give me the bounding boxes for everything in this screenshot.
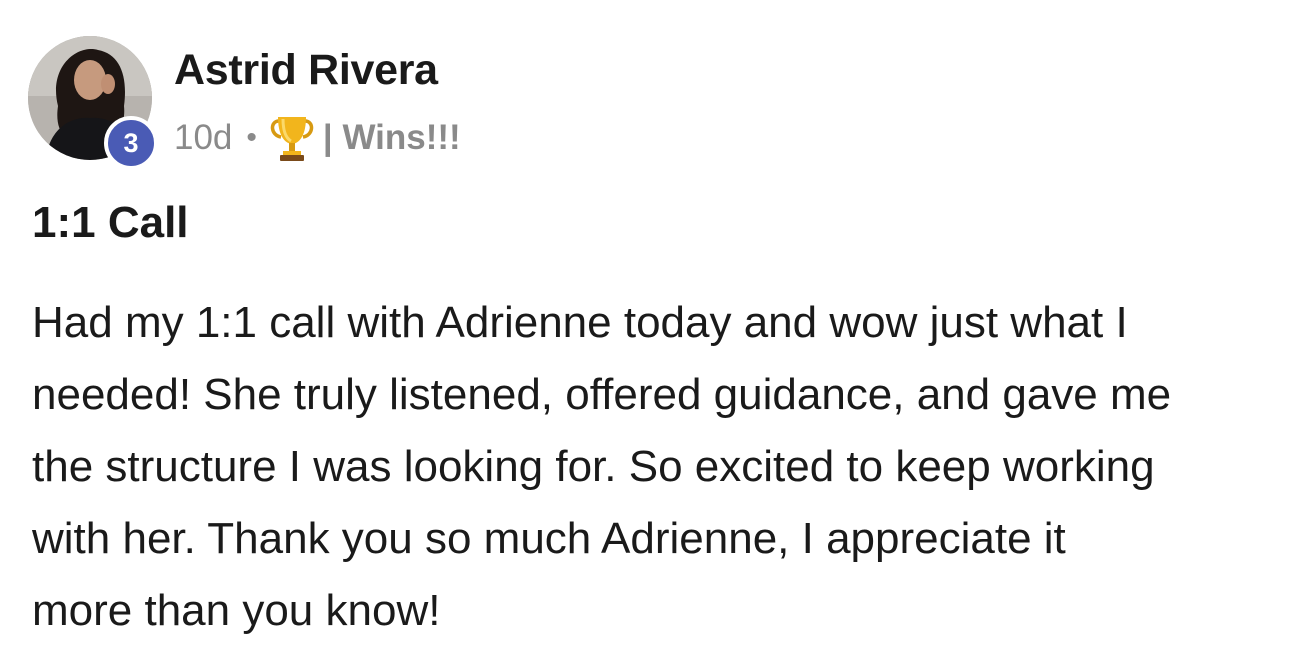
post-body: Had my 1:1 call with Adrienne today and … xyxy=(32,287,1272,647)
author-name[interactable]: Astrid Rivera xyxy=(174,46,438,95)
community-post: 3 Astrid Rivera 10d • | Wins!!! 1:1 Call xyxy=(0,0,1290,669)
author-avatar[interactable]: 3 xyxy=(28,36,158,170)
post-body-line: needed! She truly listened, offered guid… xyxy=(32,370,1172,419)
post-time: 10d xyxy=(174,118,233,157)
post-body-line: with her. Thank you so much Adrienne, I … xyxy=(32,514,1066,563)
post-meta: 10d • | Wins!!! xyxy=(174,112,461,164)
post-body-line: Had my 1:1 call with Adrienne today and … xyxy=(32,298,1128,347)
post-body-line: the structure I was looking for. So exci… xyxy=(32,442,1155,491)
post-category[interactable]: | Wins!!! xyxy=(323,118,461,158)
level-badge: 3 xyxy=(104,116,158,170)
post-body-line: more than you know! xyxy=(32,586,441,635)
meta-separator: • xyxy=(246,121,257,154)
trophy-icon xyxy=(269,113,315,163)
post-title: 1:1 Call xyxy=(32,198,189,247)
